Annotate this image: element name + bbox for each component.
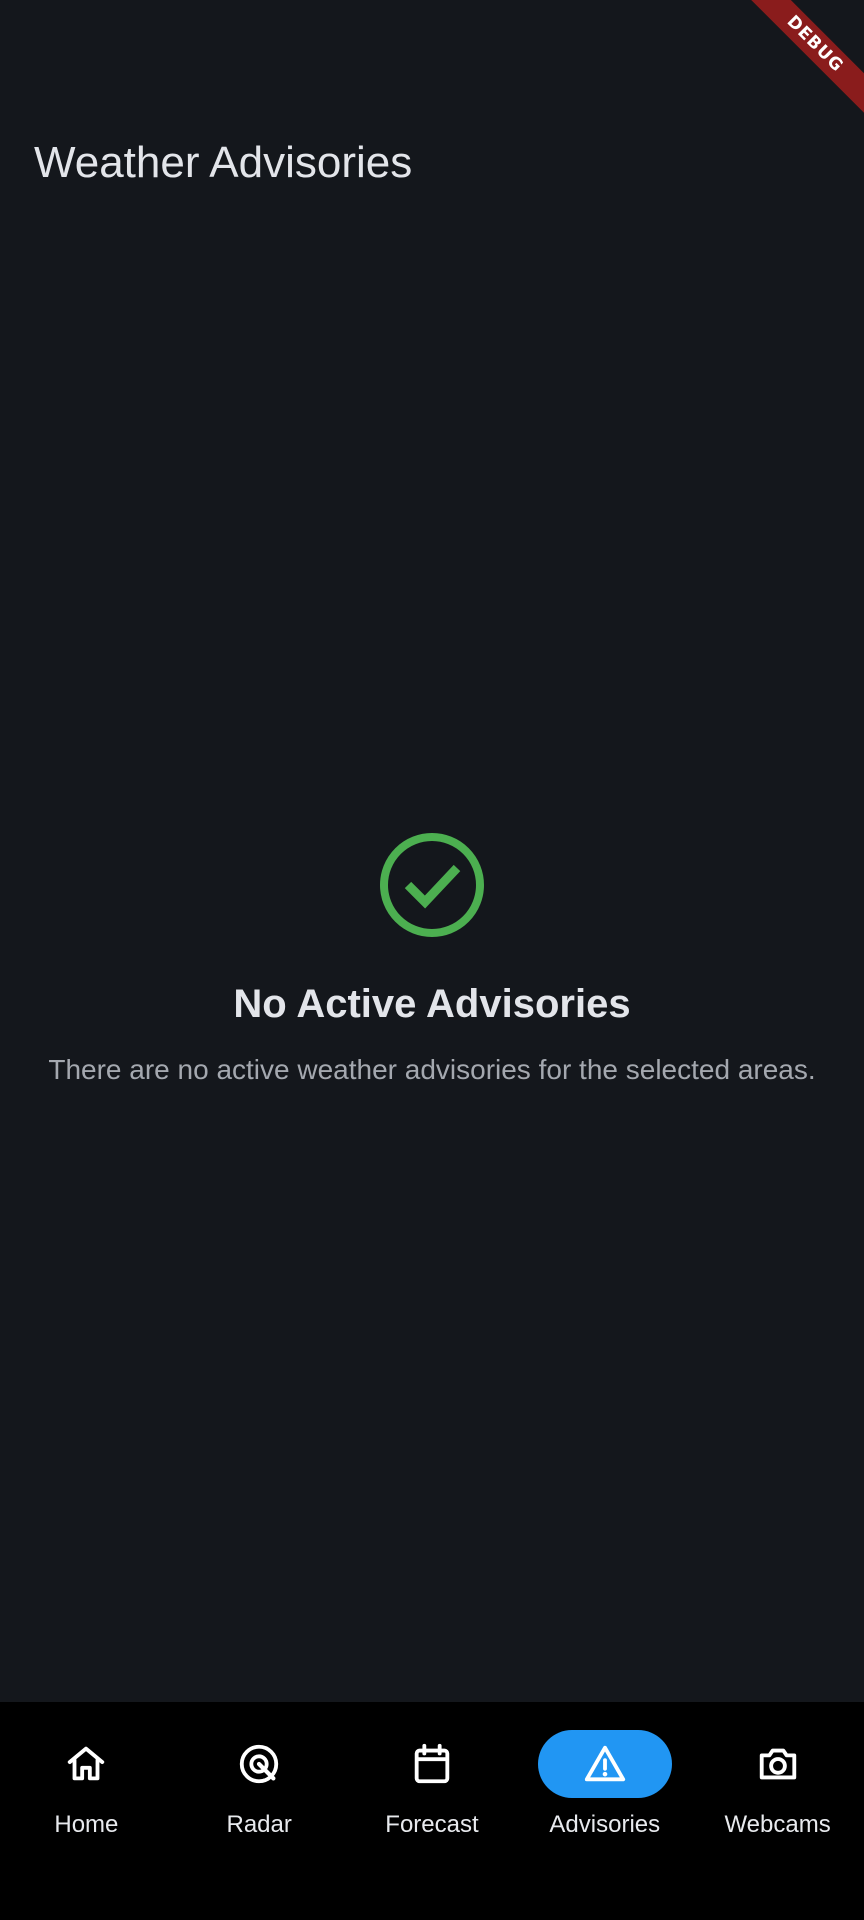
nav-item-radar[interactable]: Radar xyxy=(173,1702,346,1920)
calendar-icon xyxy=(414,1743,450,1784)
nav-home-indicator xyxy=(19,1730,153,1798)
empty-state-title: No Active Advisories xyxy=(233,982,631,1026)
empty-state-message: There are no active weather advisories f… xyxy=(48,1054,816,1085)
nav-item-webcams[interactable]: Webcams xyxy=(691,1702,864,1920)
nav-label-radar: Radar xyxy=(226,1811,292,1838)
nav-item-advisories[interactable]: Advisories xyxy=(518,1702,691,1920)
nav-webcams-indicator xyxy=(711,1730,845,1798)
nav-label-webcams: Webcams xyxy=(724,1811,831,1838)
warning-icon xyxy=(584,1745,625,1782)
bottom-navigation-bar: Home Radar Forecast Advisories Webcams xyxy=(0,1702,864,1920)
home-icon xyxy=(68,1746,105,1781)
page-title: Weather Advisories xyxy=(34,138,413,187)
check-circle-icon xyxy=(380,833,484,937)
nav-label-home: Home xyxy=(54,1811,119,1838)
empty-state: No Active Advisories There are no active… xyxy=(0,830,864,1088)
nav-forecast-indicator xyxy=(365,1730,499,1798)
debug-banner: DEBUG xyxy=(724,0,864,140)
nav-item-forecast[interactable]: Forecast xyxy=(346,1702,519,1920)
debug-banner-label: DEBUG xyxy=(737,0,864,122)
camera-icon xyxy=(759,1748,796,1780)
radar-icon xyxy=(240,1744,279,1784)
nav-label-advisories: Advisories xyxy=(549,1811,661,1838)
nav-item-home[interactable]: Home xyxy=(0,1702,173,1920)
nav-advisories-active-indicator xyxy=(537,1730,672,1798)
nav-label-forecast: Forecast xyxy=(385,1811,479,1838)
advisories-screen: DEBUG Weather Advisories No Active Advis… xyxy=(0,0,864,1920)
nav-radar-indicator xyxy=(192,1730,326,1798)
